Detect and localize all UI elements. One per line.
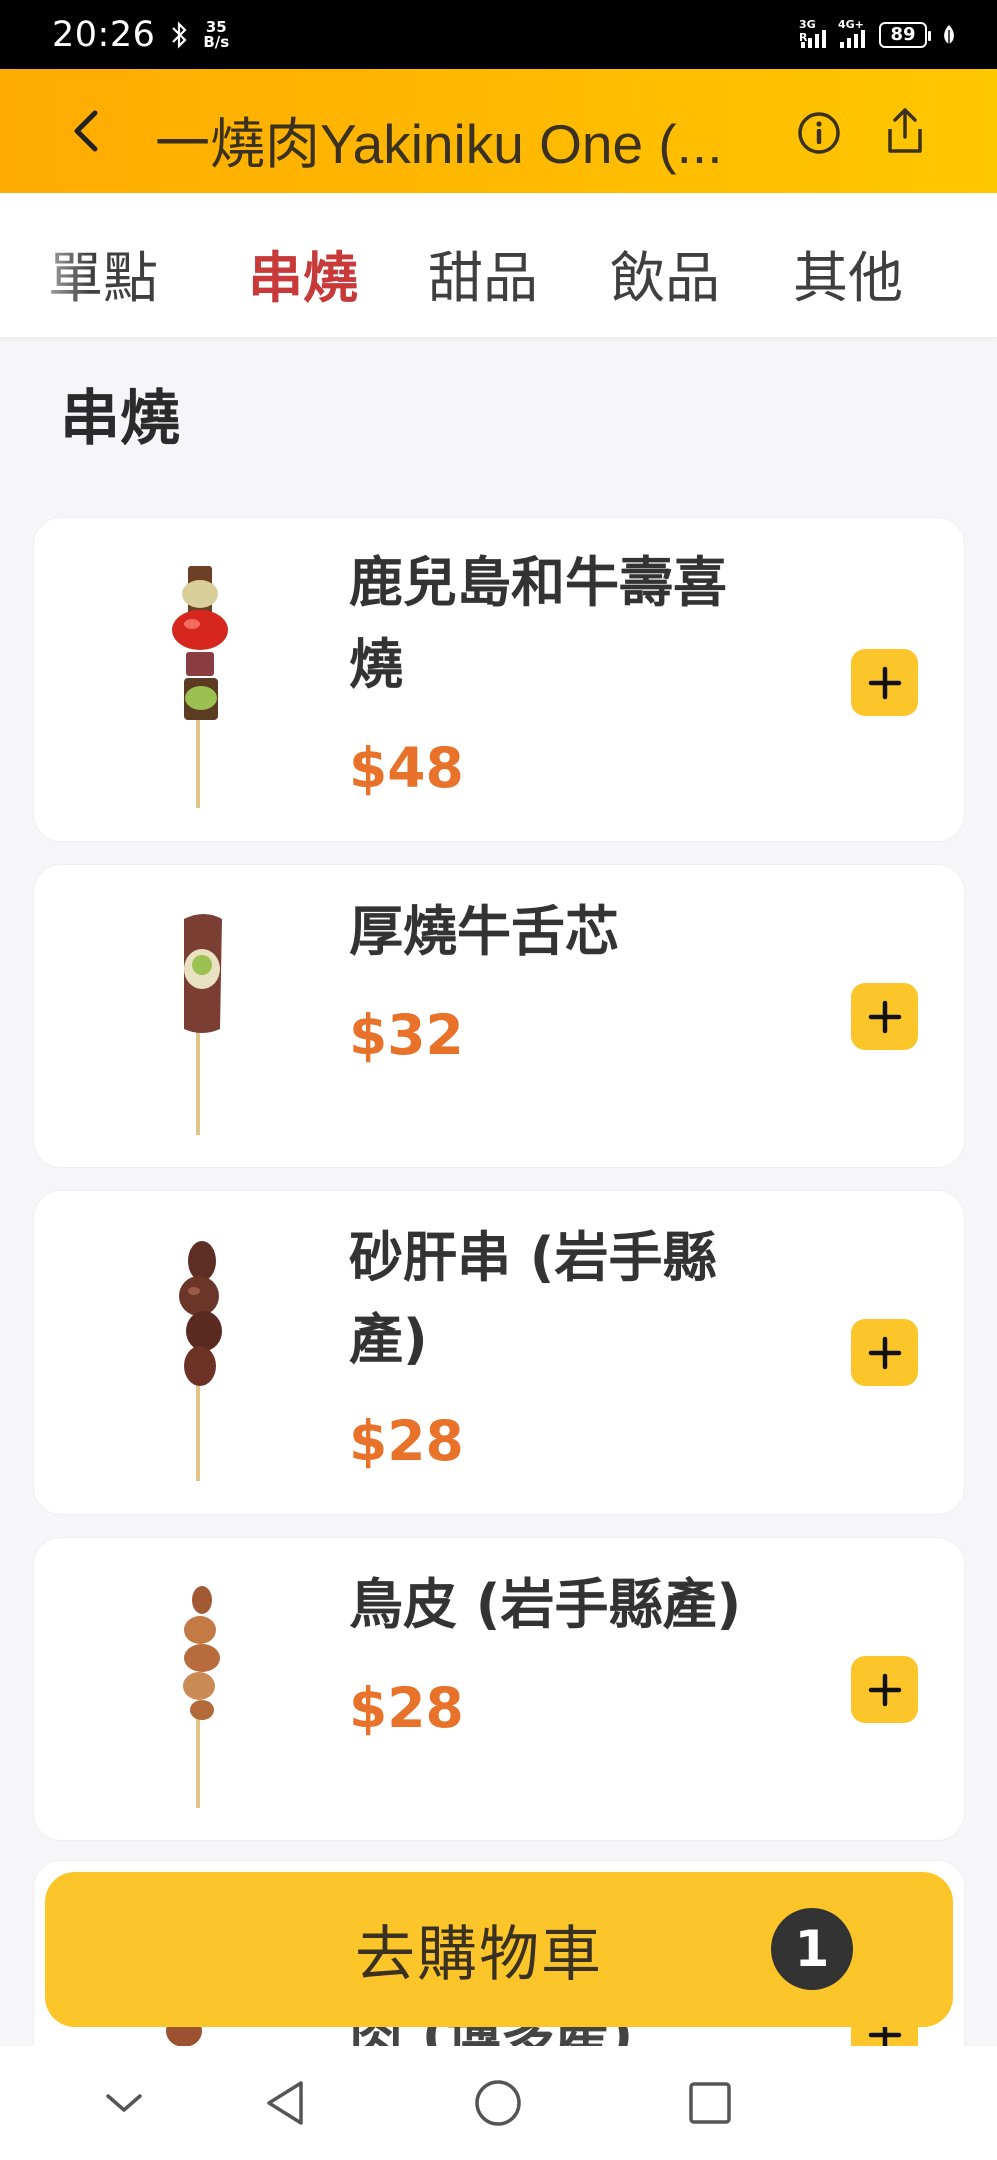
add-to-cart-button[interactable] — [851, 983, 918, 1050]
battery-level: 89 — [890, 24, 916, 45]
product-price: $28 — [349, 1409, 464, 1473]
network-speed-unit: B/s — [203, 32, 230, 51]
status-right: 3G R 4G+ 89 — [799, 18, 957, 48]
nav-back-button[interactable] — [258, 2076, 312, 2130]
chevron-left-icon — [74, 110, 98, 152]
nav-collapse-button[interactable] — [97, 2076, 151, 2130]
product-name: 鳥皮 (岩手縣產) — [349, 1573, 742, 1636]
app-header: 一燒肉Yakiniku One (... — [0, 69, 997, 193]
back-triangle-icon — [267, 2081, 303, 2125]
chicken-skin-skewer-image — [183, 1586, 220, 1808]
bluetooth-icon — [172, 20, 187, 49]
plus-icon — [868, 1000, 901, 1033]
signal-4g-label: 4G+ — [838, 17, 864, 31]
product-price: $28 — [349, 1676, 464, 1740]
tabs-fade-overlay — [0, 193, 90, 337]
restaurant-title: 一燒肉Yakiniku One (... — [155, 113, 723, 175]
gizzard-skewer-image — [179, 1241, 222, 1481]
wagyu-sukiyaki-skewer-image — [172, 566, 228, 808]
category-tabs: 單點 串燒 甜品 飲品 其他 — [0, 193, 997, 338]
plus-icon — [868, 1673, 901, 1706]
chevron-down-icon — [106, 2094, 142, 2112]
product-name: 鹿兒島和牛壽喜燒 — [349, 551, 727, 696]
plus-icon — [868, 1336, 901, 1369]
add-to-cart-button[interactable] — [851, 649, 918, 716]
info-icon[interactable] — [795, 109, 843, 157]
product-card[interactable]: 厚燒牛舌芯 $32 — [33, 864, 965, 1168]
signal-4g-icon: 4G+ — [838, 18, 865, 48]
product-price: $32 — [349, 1003, 464, 1067]
tab-skewers[interactable]: 串燒 — [248, 233, 358, 313]
tab-others[interactable]: 其他 — [793, 233, 903, 313]
product-price: $48 — [349, 736, 464, 800]
share-icon[interactable] — [880, 105, 930, 157]
tab-desserts[interactable]: 甜品 — [428, 233, 538, 313]
add-to-cart-button[interactable] — [851, 1319, 918, 1386]
status-left: 20:26 35 B/s — [52, 15, 229, 55]
cart-label: 去購物車 — [355, 1920, 603, 1990]
add-to-cart-button[interactable] — [851, 1656, 918, 1723]
home-circle-icon — [475, 2080, 521, 2126]
status-time: 20:26 — [52, 14, 156, 55]
product-name: 厚燒牛舌芯 — [349, 900, 619, 963]
nav-recents-button[interactable] — [683, 2076, 737, 2130]
plus-icon — [868, 666, 901, 699]
recents-square-icon — [689, 2082, 731, 2124]
battery-icon: 89 — [879, 21, 931, 48]
nav-home-button[interactable] — [471, 2076, 525, 2130]
go-to-cart-button[interactable]: 去購物車 1 — [45, 1872, 953, 2027]
network-speed: 35 B/s — [203, 19, 230, 51]
product-card[interactable]: 鳥皮 (岩手縣產) $28 — [33, 1537, 965, 1841]
status-bar: 20:26 35 B/s 3G R 4G+ 89 — [0, 0, 997, 69]
product-name: 砂肝串 (岩手縣產) — [349, 1226, 717, 1371]
tab-drinks[interactable]: 飲品 — [610, 233, 720, 313]
signal-3g-label: 3G R — [799, 17, 816, 44]
leaf-icon — [944, 24, 954, 45]
cart-count-badge: 1 — [771, 1908, 853, 1990]
signal-3g-icon: 3G R — [799, 18, 826, 48]
system-nav-bar — [0, 2046, 997, 2160]
back-button[interactable] — [60, 105, 112, 157]
beef-tongue-skewer-image — [184, 914, 222, 1135]
product-card[interactable]: 砂肝串 (岩手縣產) $28 — [33, 1190, 965, 1515]
product-card[interactable]: 鹿兒島和牛壽喜燒 $48 — [33, 517, 965, 842]
section-title: 串燒 — [60, 384, 180, 454]
